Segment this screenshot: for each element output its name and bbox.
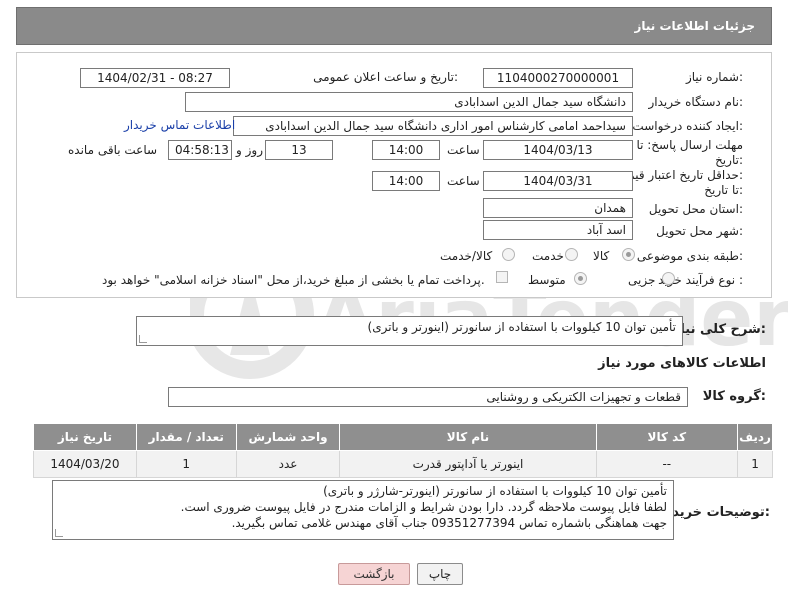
announce-label: تاریخ و ساعت اعلان عمومی: — [313, 70, 458, 84]
cell-item-code: -- — [595, 450, 739, 478]
print-button[interactable]: چاپ — [417, 563, 463, 585]
price-validity-date-field: 1404/03/31 — [483, 171, 633, 191]
goods-table: تاریخ نیاز تعداد / مقدار واحد شمارش نام … — [33, 423, 773, 478]
column-item-name: نام کالا — [339, 423, 597, 451]
cell-item-name: اینورتر یا آداپتور قدرت — [339, 450, 597, 478]
category-radio-goods-service[interactable] — [502, 248, 515, 261]
description-label: شرح کلی نیاز: — [672, 322, 766, 337]
goods-section-title: اطلاعات کالاهای مورد نیاز — [598, 356, 766, 371]
buyer-notes-line-2: لطفا فایل پیوست ملاحظه گردد. دارا بودن ش… — [180, 500, 667, 514]
price-validity-time-label: ساعت — [447, 174, 480, 188]
deadline-label-1: مهلت ارسال پاسخ: تا — [636, 138, 743, 152]
treasury-payment-checkbox[interactable] — [496, 271, 508, 283]
deadline-time-label: ساعت — [447, 143, 480, 157]
requester-label: ایجاد کننده درخواست: — [632, 119, 743, 133]
back-button[interactable]: بازگشت — [338, 563, 410, 585]
table-header-row: تاریخ نیاز تعداد / مقدار واحد شمارش نام … — [33, 423, 773, 451]
column-need-date: تاریخ نیاز — [33, 423, 137, 451]
column-unit: واحد شمارش — [235, 423, 341, 451]
column-item-code: کد کالا — [595, 423, 739, 451]
deadline-date-field: 1404/03/13 — [483, 140, 633, 160]
buyer-notes-label: توضیحات خریدار: — [660, 505, 770, 520]
need-number-label: شماره نیاز: — [685, 70, 743, 84]
category-goods-label: کالا — [593, 249, 610, 263]
goods-group-label: گروه کالا: — [702, 389, 766, 404]
category-goods-service-label: کالا/خدمت — [440, 249, 493, 263]
buyer-org-label: نام دستگاه خریدار: — [648, 95, 744, 109]
days-remaining-field: 13 — [265, 140, 333, 160]
column-row-number: ردیف — [737, 423, 773, 451]
resize-grip-icon[interactable] — [139, 335, 147, 343]
province-field: همدان — [483, 198, 633, 218]
cell-row-number: 1 — [737, 450, 773, 478]
remaining-time-field: 04:58:13 — [168, 140, 232, 160]
deadline-label-2: تاریخ: — [715, 153, 743, 167]
page-title: جزئیات اطلاعات نیاز — [634, 19, 755, 33]
days-label: روز و — [236, 143, 263, 157]
column-quantity: تعداد / مقدار — [135, 423, 237, 451]
buyer-notes-line-1: تأمین توان 10 کیلووات با استفاده از سانو… — [323, 484, 667, 498]
process-radio-minor[interactable] — [662, 272, 675, 285]
goods-group-field: قطعات و تجهیزات الکتریکی و روشنایی — [168, 387, 688, 407]
category-radio-goods[interactable] — [622, 248, 635, 261]
table-row: 1404/03/20 1 عدد اینورتر یا آداپتور قدرت… — [33, 450, 773, 478]
description-textarea[interactable]: تأمین توان 10 کیلووات با استفاده از سانو… — [136, 316, 683, 346]
price-validity-label-1: حداقل تاریخ اعتبار قیمت: — [616, 168, 743, 182]
buyer-org-field: دانشگاه سید جمال الدین اسدابادی — [185, 92, 633, 112]
announce-datetime-field: 1404/02/31 - 08:27 — [80, 68, 230, 88]
price-validity-time-field: 14:00 — [372, 171, 440, 191]
deadline-time-field: 14:00 — [372, 140, 440, 160]
price-validity-label-2: تا تاریخ: — [704, 183, 743, 197]
city-field: اسد آباد — [483, 220, 633, 240]
category-service-label: خدمت — [532, 249, 564, 263]
requester-field: سیداحمد امامی کارشناس امور اداری دانشگاه… — [233, 116, 633, 136]
cell-quantity: 1 — [135, 450, 237, 478]
buyer-notes-textarea[interactable]: تأمین توان 10 کیلووات با استفاده از سانو… — [52, 480, 674, 540]
process-radio-medium[interactable] — [574, 272, 587, 285]
process-medium-label: متوسط — [528, 273, 566, 287]
cell-need-date: 1404/03/20 — [33, 450, 137, 478]
need-number-field: 1104000270000001 — [483, 68, 633, 88]
resize-grip-icon[interactable] — [55, 529, 63, 537]
panel-header: جزئیات اطلاعات نیاز — [16, 7, 772, 45]
buyer-notes-line-3: جهت هماهنگی باشماره تماس 09351277394 جنا… — [231, 516, 667, 530]
process-minor-label: جزیی — [628, 273, 656, 287]
cell-unit: عدد — [235, 450, 341, 478]
category-radio-service[interactable] — [565, 248, 578, 261]
buyer-contact-link[interactable]: اطلاعات تماس خریدار — [124, 118, 235, 132]
category-label: طبقه بندی موضوعی: — [636, 249, 743, 263]
description-text: تأمین توان 10 کیلووات با استفاده از سانو… — [367, 320, 676, 334]
province-label: استان محل تحویل: — [648, 202, 743, 216]
remaining-time-label: ساعت باقی مانده — [68, 143, 158, 157]
treasury-payment-note: پرداخت تمام یا بخشی از مبلغ خرید،از محل … — [102, 273, 485, 287]
city-label: شهر محل تحویل: — [656, 224, 743, 238]
